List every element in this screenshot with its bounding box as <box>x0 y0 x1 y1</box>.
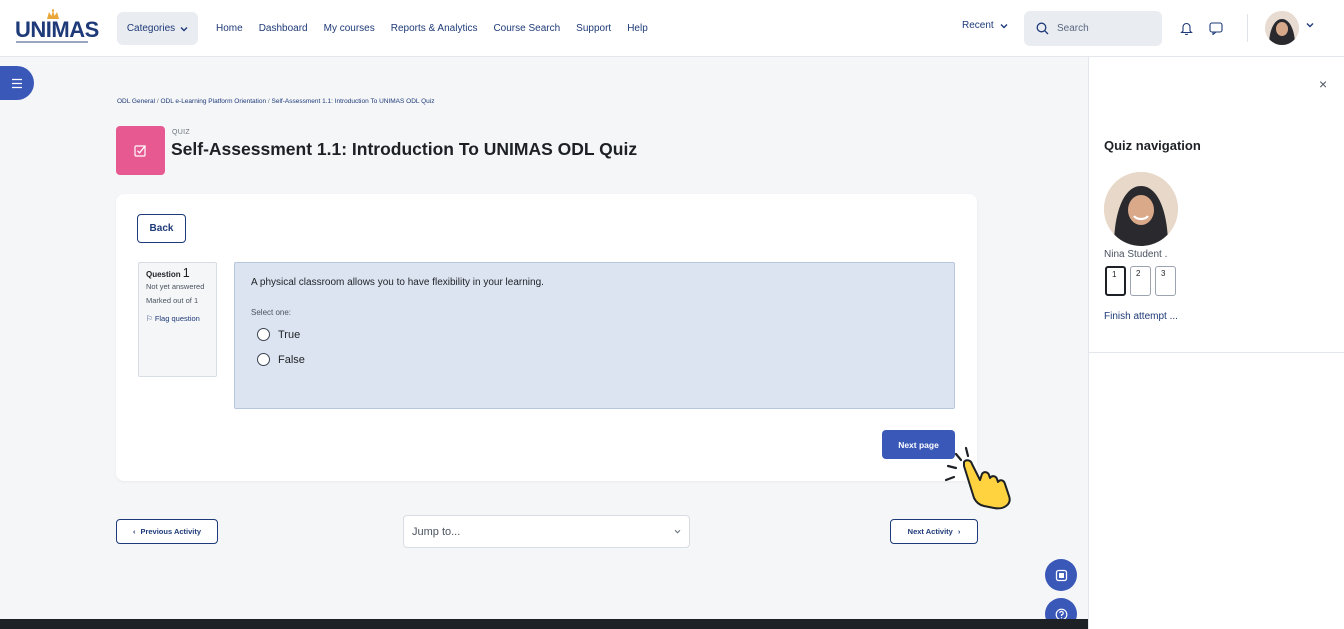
categories-dropdown[interactable]: Categories <box>117 12 198 45</box>
recent-label: Recent <box>962 20 994 31</box>
jump-to-select[interactable]: Jump to... <box>403 515 690 548</box>
flag-icon: ⚐ <box>146 314 155 323</box>
jump-to-placeholder: Jump to... <box>412 525 461 538</box>
drawer-divider <box>1088 352 1344 353</box>
close-drawer-icon[interactable]: × <box>1319 76 1327 92</box>
list-icon <box>12 78 22 88</box>
flag-question-label: Flag question <box>154 314 200 323</box>
question-marks: Marked out of 1 <box>146 296 199 305</box>
nav-support[interactable]: Support <box>576 23 611 34</box>
nav-help[interactable]: Help <box>627 23 648 34</box>
primary-nav: Home Dashboard My courses Reports & Anal… <box>216 0 648 57</box>
previous-activity-label: Previous Activity <box>140 527 202 536</box>
nav-course-search[interactable]: Course Search <box>493 23 560 34</box>
select-one-label: Select one: <box>251 308 292 317</box>
breadcrumb-item-orientation[interactable]: ODL e-Learning Platform Orientation <box>160 98 266 105</box>
breadcrumb-item-current: Self-Assessment 1.1: Introduction To UNI… <box>271 98 435 105</box>
answer-option-true[interactable]: True <box>257 328 300 341</box>
chevron-down-icon <box>180 26 188 31</box>
question-status: Not yet answered <box>146 282 205 291</box>
chevron-right-icon: › <box>957 527 961 536</box>
logo-wordmark: UNIMAS <box>15 17 99 42</box>
nav-reports-analytics[interactable]: Reports & Analytics <box>391 23 478 34</box>
expand-icon <box>1055 569 1067 581</box>
quiz-nav-question-3[interactable]: 3 <box>1155 266 1176 296</box>
answer-option-label: True <box>278 328 301 341</box>
fullscreen-button[interactable] <box>1045 559 1077 591</box>
answer-option-false[interactable]: False <box>257 353 305 366</box>
chevron-left-icon: ‹ <box>132 527 136 536</box>
messages-button[interactable] <box>1206 18 1226 38</box>
quiz-nav-question-1[interactable]: 1 <box>1105 266 1126 296</box>
question-text: A physical classroom allows you to have … <box>251 277 544 288</box>
next-activity-label: Next Activity <box>907 527 953 536</box>
course-index-toggle[interactable] <box>0 66 34 100</box>
checkbox-edit-icon <box>134 145 147 157</box>
student-name: Nina Student . <box>1104 249 1168 260</box>
radio-button-false[interactable] <box>257 353 270 366</box>
nav-home[interactable]: Home <box>216 23 243 34</box>
next-activity-button[interactable]: Next Activity › <box>890 519 978 544</box>
user-avatar[interactable] <box>1265 11 1299 45</box>
chevron-down-icon <box>674 529 681 534</box>
back-button[interactable]: Back <box>137 214 186 243</box>
recent-dropdown[interactable]: Recent <box>962 20 1008 31</box>
question-number: 1 <box>182 266 190 280</box>
navbar-divider <box>1247 14 1248 42</box>
unimas-logo[interactable]: UNIMAS <box>15 9 99 47</box>
quiz-nav-question-2[interactable]: 2 <box>1130 266 1151 296</box>
chevron-down-icon[interactable] <box>1306 22 1314 28</box>
previous-activity-button[interactable]: ‹ Previous Activity <box>116 519 218 544</box>
breadcrumb-item-odl-general[interactable]: ODL General <box>117 98 155 105</box>
notifications-button[interactable] <box>1176 18 1196 38</box>
chevron-down-icon <box>1000 23 1008 28</box>
activity-kind-label: QUIZ <box>172 129 190 136</box>
radio-button-true[interactable] <box>257 328 270 341</box>
student-avatar <box>1104 172 1178 246</box>
nav-dashboard[interactable]: Dashboard <box>259 23 308 34</box>
drawer-title: Quiz navigation <box>1104 138 1201 153</box>
flag-question-link[interactable]: ⚐ Flag question <box>146 314 209 324</box>
question-label: Question <box>146 270 181 279</box>
question-info-panel: Question 1 Not yet answered Marked out o… <box>138 262 217 377</box>
top-navbar: UNIMAS Categories Home Dashboard My cour… <box>0 0 1344 57</box>
search-placeholder: Search <box>1057 23 1089 34</box>
page-footer <box>0 619 1088 629</box>
page-title: Self-Assessment 1.1: Introduction To UNI… <box>171 139 638 159</box>
logo-tagline <box>16 41 88 43</box>
search-icon <box>1036 22 1049 35</box>
user-photo-icon <box>1265 11 1299 45</box>
chat-icon <box>1209 21 1223 35</box>
pointing-hand-icon <box>944 446 1011 510</box>
finish-attempt-link[interactable]: Finish attempt ... <box>1104 311 1178 322</box>
answer-option-label: False <box>278 353 305 366</box>
quiz-activity-icon <box>116 126 165 175</box>
bell-icon <box>1179 22 1193 35</box>
nav-my-courses[interactable]: My courses <box>324 23 375 34</box>
search-box[interactable]: Search <box>1024 11 1162 46</box>
categories-label: Categories <box>126 23 176 34</box>
student-photo-icon <box>1104 172 1178 246</box>
breadcrumb: ODL General / ODL e-Learning Platform Or… <box>117 98 434 105</box>
